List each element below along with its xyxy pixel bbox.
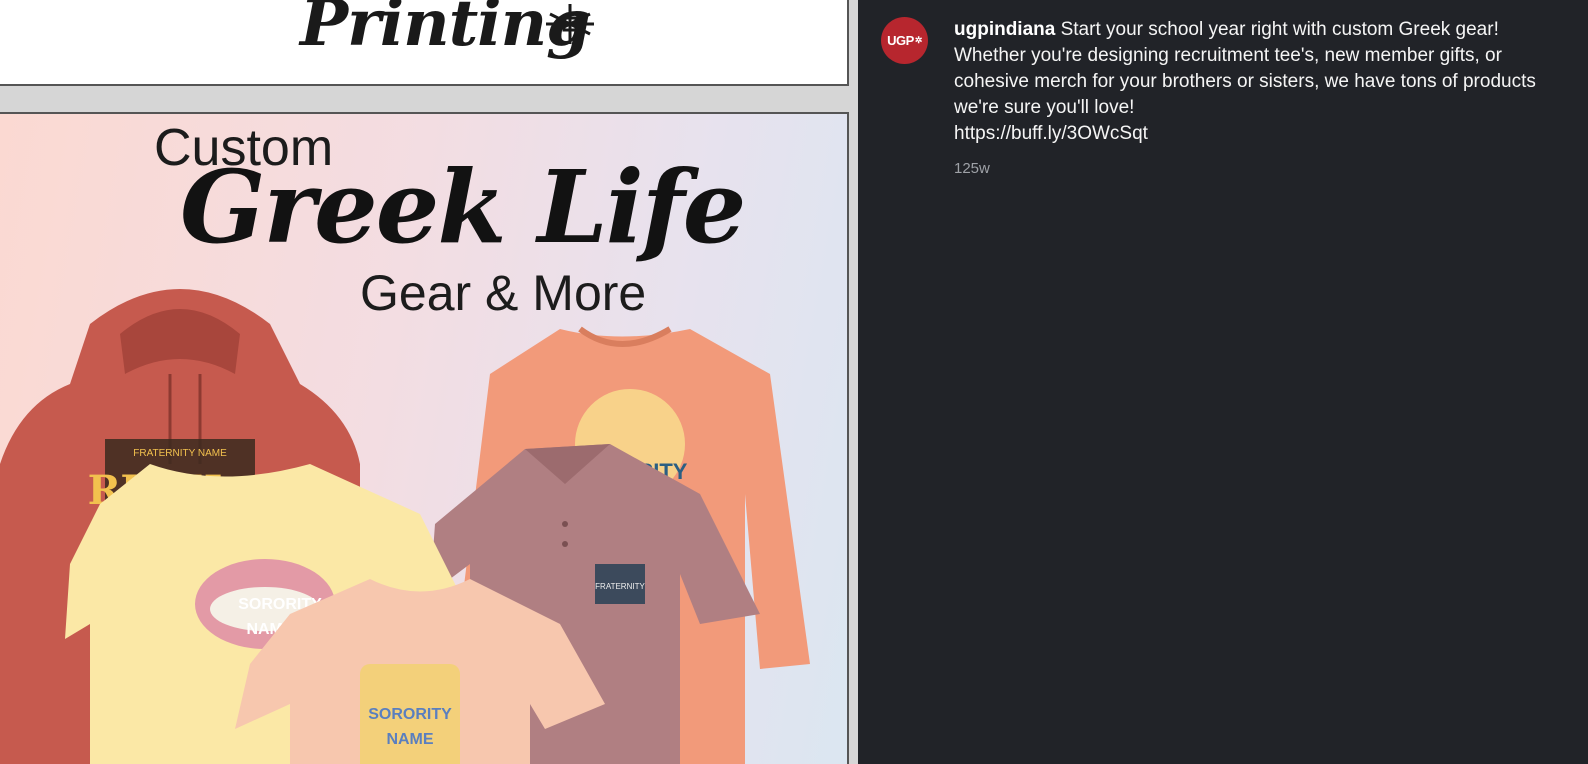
poster-title-greek-life: Greek Life xyxy=(180,148,746,266)
post-media: Printing Custom Greek Life Gear & More F… xyxy=(0,0,858,764)
peach-tee-print-1: SORORITY xyxy=(368,706,452,723)
apparel-illustration: FRATERNITY NAME RUSH SORORITY FRATERNITY xyxy=(0,289,810,764)
hoodie-print-small: FRATERNITY NAME xyxy=(133,448,227,459)
snowflake-logo-icon xyxy=(546,4,594,44)
greek-life-poster: Custom Greek Life Gear & More FRATERNITY… xyxy=(0,112,849,764)
profile-avatar[interactable]: UGP ✲ xyxy=(881,17,928,64)
post-caption-panel: UGP ✲ ugpindiana Start your school year r… xyxy=(858,0,1588,764)
polo-badge: FRATERNITY xyxy=(595,582,645,591)
username-link[interactable]: ugpindiana xyxy=(954,19,1055,40)
brand-header-strip: Printing xyxy=(0,0,849,86)
peach-tee-print-2: NAME xyxy=(386,731,433,748)
caption-link[interactable]: https://buff.ly/3OWcSqt xyxy=(954,121,1554,147)
avatar-text: UGP xyxy=(887,33,914,48)
post-caption: ugpindiana Start your school year right … xyxy=(954,17,1554,147)
avatar-seal-icon: ✲ xyxy=(914,35,923,45)
post-timestamp[interactable]: 125w xyxy=(954,160,990,177)
